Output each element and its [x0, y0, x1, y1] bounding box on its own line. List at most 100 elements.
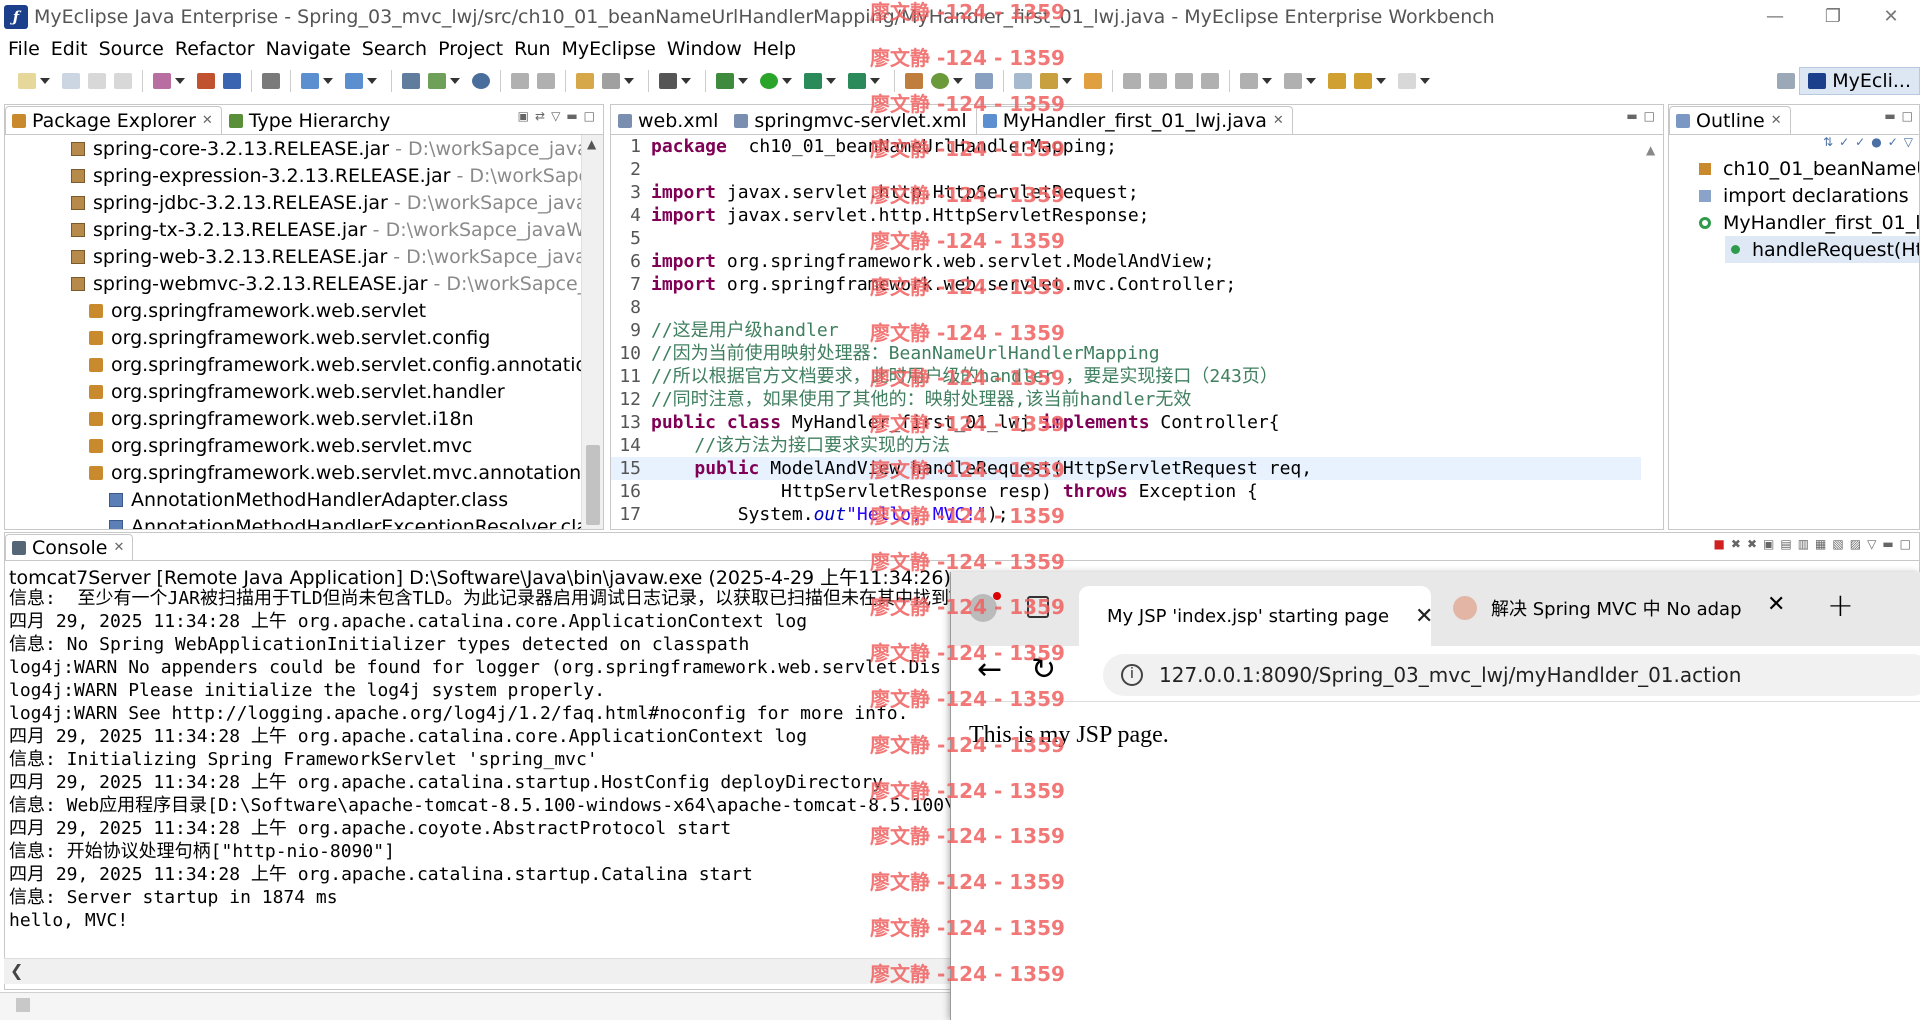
last-edit-icon[interactable] — [1328, 73, 1346, 89]
new-package-dropdown-icon[interactable] — [953, 78, 963, 84]
new-project-dropdown-icon[interactable] — [450, 78, 460, 84]
debug-icon[interactable] — [716, 73, 734, 89]
new-server-icon[interactable] — [402, 73, 420, 89]
next-annotation-dropdown-icon[interactable] — [1262, 78, 1272, 84]
scroll-up-icon[interactable]: ▲ — [587, 137, 596, 151]
code-line[interactable]: 11 //所以根据官方文档要求，此时用户级的handler ，要是实现接口（243… — [611, 365, 1641, 388]
display-console-icon[interactable]: ▨ — [1850, 537, 1861, 551]
minimize-button[interactable]: — — [1746, 0, 1804, 34]
tree-item[interactable]: AnnotationMethodHandlerExceptionResolver… — [5, 513, 583, 529]
prev-annotation-dropdown-icon[interactable] — [1306, 78, 1316, 84]
open-resource-icon[interactable] — [576, 73, 594, 89]
link-editor-icon[interactable]: ⇄ — [535, 109, 545, 123]
fast-view-icon[interactable] — [16, 998, 30, 1012]
minimize-view-icon[interactable]: ▬ — [1884, 109, 1895, 123]
code-line[interactable]: 3 import javax.servlet.http.HttpServletRe… — [611, 181, 1641, 204]
print-icon[interactable] — [114, 73, 132, 89]
close-tab-icon[interactable]: ✕ — [1273, 113, 1284, 128]
scrollbar-thumb[interactable] — [586, 445, 600, 525]
hide-local-types-icon[interactable]: ✓ — [1888, 135, 1898, 155]
forward-dropdown-icon[interactable] — [1420, 78, 1430, 84]
code-line[interactable]: 8 — [611, 296, 1641, 319]
console-horizontal-scrollbar[interactable]: ❮ — [4, 958, 950, 984]
code-line[interactable]: 6 import org.springframework.web.servlet.… — [611, 250, 1641, 273]
open-console-icon[interactable]: ▽ — [1867, 537, 1876, 551]
tab-package-explorer[interactable]: Package Explorer ✕ — [5, 106, 222, 134]
close-tab-icon[interactable]: ✕ — [113, 540, 124, 555]
browser-tab[interactable]: 解决 Spring MVC 中 No adapter f — [1439, 582, 1773, 634]
globe-icon[interactable] — [472, 73, 490, 89]
save-icon[interactable] — [62, 73, 80, 89]
maximize-view-icon[interactable]: □ — [584, 109, 595, 123]
task-icon[interactable] — [1084, 73, 1102, 89]
external-tools-dropdown-icon[interactable] — [624, 78, 634, 84]
terminal-icon[interactable] — [659, 73, 677, 89]
maximize-view-icon[interactable]: □ — [1644, 109, 1655, 123]
tab-type-hierarchy[interactable]: Type Hierarchy — [222, 106, 400, 134]
code-line[interactable]: 2 — [611, 158, 1641, 181]
menu-navigate[interactable]: Navigate — [266, 38, 351, 60]
outline-item[interactable]: import declarations — [1669, 182, 1919, 209]
run-icon[interactable] — [760, 73, 778, 89]
restore-button[interactable]: ❐ — [1804, 0, 1862, 34]
tree-item[interactable]: spring-web-3.2.13.RELEASE.jar - D:\workSa… — [5, 243, 583, 270]
menu-file[interactable]: File — [8, 38, 40, 60]
open-type-dropdown-icon[interactable] — [175, 78, 185, 84]
tab-web-xml[interactable]: web.xml — [611, 106, 727, 134]
code-line[interactable]: 16 HttpServletResponse resp) throws Exce… — [611, 480, 1641, 503]
deploy-icon[interactable] — [223, 73, 241, 89]
menu-run[interactable]: Run — [514, 38, 550, 60]
debug-dropdown-icon[interactable] — [738, 78, 748, 84]
view-menu-icon[interactable]: ▽ — [1904, 135, 1913, 155]
tab-console[interactable]: Console ✕ — [5, 534, 134, 560]
jar-icon[interactable] — [197, 73, 215, 89]
new-class-icon[interactable] — [905, 73, 923, 89]
remove-all-icon[interactable]: ✖ — [1747, 537, 1757, 551]
run-config-dropdown-icon[interactable] — [826, 78, 836, 84]
server-icon[interactable] — [262, 73, 280, 89]
info-icon[interactable]: i — [1121, 664, 1143, 686]
coverage-icon[interactable] — [848, 73, 866, 89]
editor-scrollbar[interactable]: ▲ — [1641, 135, 1663, 529]
show-whitespace-icon[interactable] — [1201, 73, 1219, 89]
minimize-view-icon[interactable]: ▬ — [1882, 537, 1893, 551]
web-service-dropdown-icon[interactable] — [323, 78, 333, 84]
tree-item[interactable]: spring-tx-3.2.13.RELEASE.jar - D:\workSap… — [5, 216, 583, 243]
outline-item[interactable]: MyHandler_first_01_lv — [1669, 209, 1919, 236]
menu-refactor[interactable]: Refactor — [175, 38, 255, 60]
code-line[interactable]: 13 public class MyHandler_first_01_lwj im… — [611, 411, 1641, 434]
save-all-icon[interactable] — [88, 73, 106, 89]
mark-occurrences-icon[interactable] — [1149, 73, 1167, 89]
url-field[interactable]: i 127.0.0.1:8090/Spring_03_mvc_lwj/myHan… — [1103, 654, 1920, 696]
open-perspective-button-icon[interactable] — [1777, 73, 1796, 89]
web-service-icon[interactable] — [301, 73, 319, 89]
close-window-button[interactable]: ✕ — [1862, 0, 1920, 34]
code-line[interactable]: 9 //这是用户级handler — [611, 319, 1641, 342]
search-web-dropdown-icon[interactable] — [367, 78, 377, 84]
code-line[interactable]: 12 //同时注意，如果使用了其他的：映射处理器,该当前handler无效 — [611, 388, 1641, 411]
tree-item[interactable]: org.springframework.web.servlet.i18n — [5, 405, 583, 432]
sort-icon[interactable]: ⇅ — [1823, 135, 1833, 155]
new-tab-icon[interactable]: + — [1827, 586, 1854, 624]
remove-launch-icon[interactable]: ✖ — [1731, 537, 1741, 551]
block-selection-icon[interactable] — [1175, 73, 1193, 89]
back-dropdown-icon[interactable] — [1376, 78, 1386, 84]
minimize-view-icon[interactable]: ▬ — [1626, 109, 1637, 123]
coverage-dropdown-icon[interactable] — [870, 78, 880, 84]
tree-item[interactable]: spring-webmvc-3.2.13.RELEASE.jar - D:\wor… — [5, 270, 583, 297]
open-perspective-icon[interactable] — [975, 73, 993, 89]
external-tools-icon[interactable] — [602, 73, 620, 89]
back-history-icon[interactable] — [511, 73, 529, 89]
prev-annotation-icon[interactable] — [1284, 73, 1302, 89]
new-dropdown-icon[interactable] — [40, 78, 50, 84]
hide-static-icon[interactable]: ✓ — [1855, 135, 1865, 155]
package-explorer-scrollbar[interactable]: ▲ — [581, 135, 603, 529]
code-line[interactable]: 10 //因为当前使用映射处理器：BeanNameUrlHandlerMappin… — [611, 342, 1641, 365]
forward-icon[interactable] — [1398, 73, 1416, 89]
pen-icon[interactable] — [1040, 73, 1058, 89]
tree-item[interactable]: org.springframework.web.servlet — [5, 297, 583, 324]
tree-item[interactable]: org.springframework.web.servlet.mvc — [5, 432, 583, 459]
code-line[interactable]: 5 — [611, 227, 1641, 250]
menu-source[interactable]: Source — [99, 38, 164, 60]
tree-item[interactable]: org.springframework.web.servlet.config — [5, 324, 583, 351]
